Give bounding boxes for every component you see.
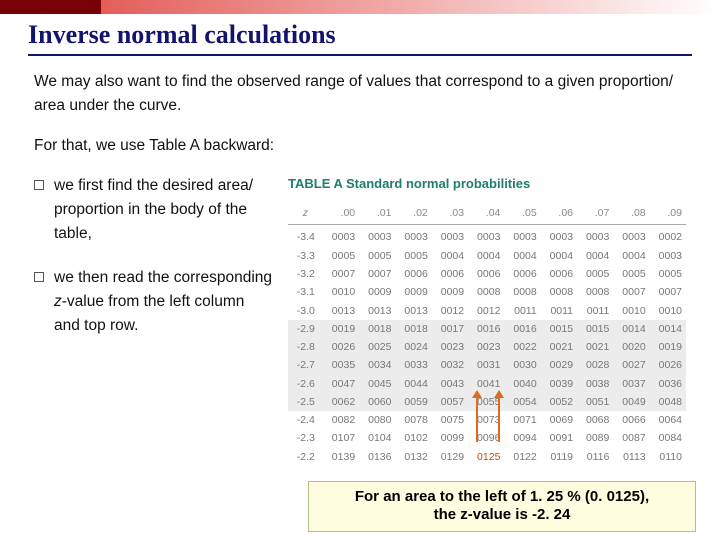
caption-box: For an area to the left of 1. 25 % (0. 0… [308, 481, 696, 533]
z-table: z.00.01.02.03.04.05.06.07.08.09 -3.40003… [288, 204, 686, 466]
table-row: -3.4000300030003000300030003000300030003… [288, 225, 686, 247]
square-bullet-icon [34, 180, 44, 190]
table-row: -2.4008200800078007500730071006900680066… [288, 411, 686, 429]
table-row: -2.3010701040102009900960094009100890087… [288, 429, 686, 447]
bullet-column: we first find the desired area/ proporti… [34, 174, 274, 358]
table-row: -3.1001000090009000900080008000800080007… [288, 283, 686, 301]
caption-line-2: the z-value is -2. 24 [434, 506, 571, 523]
table-row: -2.8002600250024002300230022002100210020… [288, 338, 686, 356]
table-row: -2.7003500340033003200310030002900280027… [288, 356, 686, 374]
table-row: -2.5006200600059005700550054005200510049… [288, 393, 686, 411]
bullet-2-part-a: we then read the corresponding [54, 269, 272, 286]
z-table-body: -3.4000300030003000300030003000300030003… [288, 225, 686, 466]
table-column: TABLE A Standard normal probabilities z.… [288, 174, 686, 466]
table-row: -2.9001900180018001700160016001500150014… [288, 320, 686, 338]
table-title: TABLE A Standard normal probabilities [288, 174, 686, 194]
table-row: -3.2000700070006000600060006000600050005… [288, 265, 686, 283]
bullet-item-1: we first find the desired area/ proporti… [34, 174, 274, 246]
table-row: -3.0001300130013001200120011001100110010… [288, 302, 686, 320]
bullet-item-2: we then read the corresponding z-value f… [34, 266, 274, 338]
square-bullet-icon [34, 272, 44, 282]
bullet-2-z: z [54, 293, 62, 310]
intro-paragraph: We may also want to find the observed ra… [34, 70, 686, 118]
arrow-annotation-right [498, 398, 500, 442]
caption-line-1: For an area to the left of 1. 25 % (0. 0… [355, 488, 649, 505]
bullet-1-text: we first find the desired area/ proporti… [54, 174, 274, 246]
two-column-layout: we first find the desired area/ proporti… [34, 174, 686, 466]
arrow-annotation-left [476, 398, 478, 442]
bullet-2-text: we then read the corresponding z-value f… [54, 266, 274, 338]
z-table-header-row: z.00.01.02.03.04.05.06.07.08.09 [288, 204, 686, 225]
table-row: -2.6004700450044004300410040003900380037… [288, 375, 686, 393]
table-row: -2.2013901360132012901250122011901160113… [288, 448, 686, 466]
lead-in-paragraph: For that, we use Table A backward: [34, 134, 686, 158]
content-area: We may also want to find the observed ra… [0, 70, 720, 466]
top-accent-bar [0, 0, 720, 14]
page-title: Inverse normal calculations [28, 20, 692, 56]
table-row: -3.3000500050005000400040004000400040004… [288, 247, 686, 265]
bullet-2-part-b: -value from the left column and top row. [54, 293, 244, 334]
